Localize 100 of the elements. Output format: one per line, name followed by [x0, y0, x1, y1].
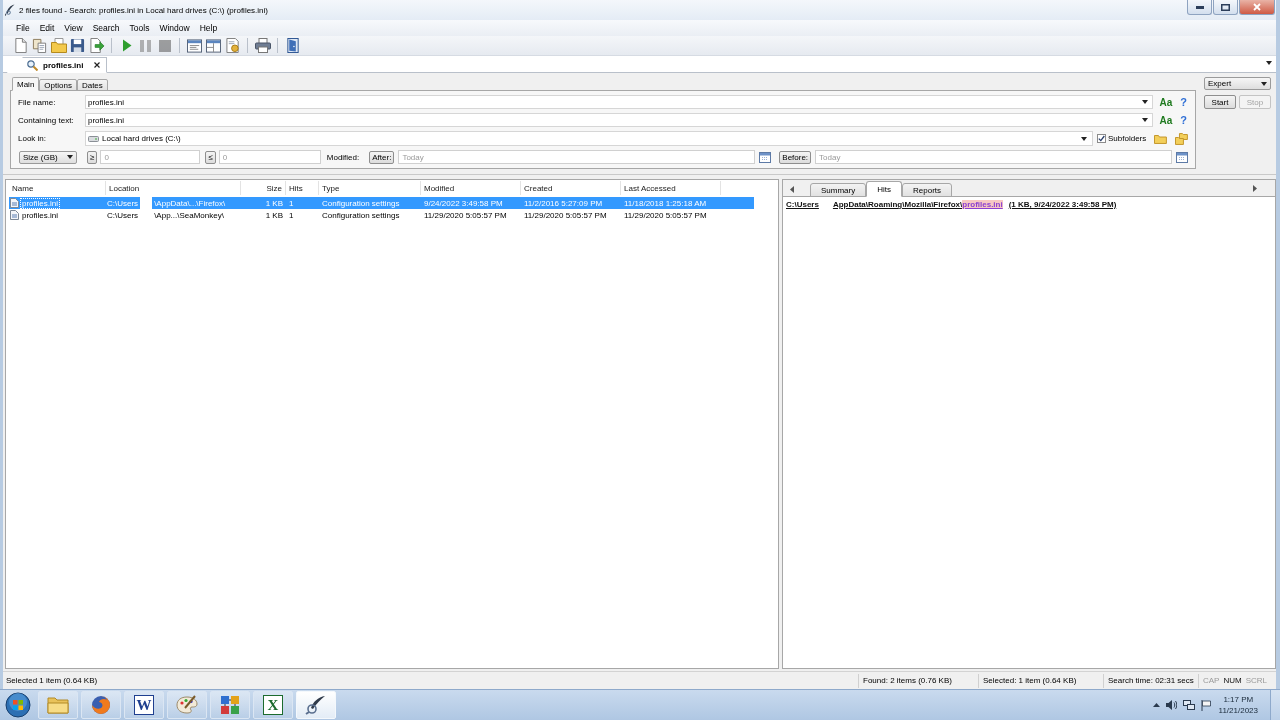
- look-in-field[interactable]: Local hard drives (C:\): [85, 131, 1093, 146]
- accessed-cell-text: 11/29/2020 5:05:57 PM: [623, 210, 708, 220]
- form-tab[interactable]: Options: [39, 79, 77, 91]
- hits-cell-text: 1: [288, 210, 295, 220]
- globe-icon: [91, 695, 111, 715]
- page-arrow-icon: [88, 38, 105, 53]
- close-icon[interactable]: [94, 62, 101, 68]
- caret-down-icon[interactable]: [1266, 61, 1272, 65]
- caret-down-icon: [1081, 136, 1087, 141]
- taskbar-app-button[interactable]: [167, 691, 207, 719]
- key-indicator: NUM: [1223, 676, 1242, 685]
- after-button[interactable]: After:: [369, 150, 395, 164]
- min-size-button[interactable]: ≥: [87, 150, 98, 164]
- clock-time[interactable]: 1:17 PM: [1223, 694, 1254, 705]
- max-size-field[interactable]: 0: [218, 150, 321, 164]
- form-tab[interactable]: Dates: [76, 79, 108, 91]
- subfolders-checkbox[interactable]: [1097, 134, 1106, 143]
- hit-details-link[interactable]: (1 KB, 9/24/2022 3:49:58 PM): [1002, 200, 1117, 209]
- menu-item[interactable]: Search: [87, 20, 125, 36]
- file-name-field[interactable]: profiles.ini: [85, 95, 1153, 109]
- result-row[interactable]: profiles.ini C:\Users \App...\SeaMonkey\ 1 KB 1 Configuration settings 11/29/2020 5:05:57 PM 11/29/2020 5:05:57 PM 11/29/2020 5:05:57 PM: [9, 209, 754, 221]
- triangle-right-icon: [1253, 184, 1257, 192]
- minimize-button[interactable]: [1187, 0, 1212, 15]
- menu-item[interactable]: View: [59, 20, 88, 36]
- help-button[interactable]: ?: [1180, 96, 1187, 108]
- minimize-icon: [1195, 5, 1204, 9]
- toolbar-button[interactable]: [50, 37, 67, 54]
- created-cell-text: 11/29/2020 5:05:57 PM: [523, 210, 608, 220]
- preview-tab[interactable]: Reports: [902, 183, 953, 197]
- letter-tile-icon: X: [263, 695, 283, 715]
- caret-down-icon: [1261, 81, 1267, 86]
- after-date-field[interactable]: Today: [398, 150, 756, 164]
- size-unit-dropdown[interactable]: Size (GB): [19, 150, 77, 164]
- clock-date[interactable]: 11/21/2023: [1218, 705, 1258, 716]
- menu-item[interactable]: Help: [194, 20, 223, 36]
- search-icon: [27, 59, 38, 71]
- toolbar-button[interactable]: [205, 37, 222, 54]
- action-button[interactable]: Start: [1204, 95, 1236, 109]
- calendar-icon[interactable]: [1176, 151, 1188, 163]
- menu-item[interactable]: Window: [154, 20, 195, 36]
- modified-cell-text: 11/29/2020 5:05:57 PM: [423, 210, 508, 220]
- document-tab[interactable]: profiles.ini: [7, 57, 108, 73]
- form-tab[interactable]: Main: [12, 77, 40, 91]
- close-button[interactable]: [1239, 0, 1275, 15]
- toolbar-button[interactable]: [31, 37, 48, 54]
- location-text: C:\Users: [106, 198, 140, 208]
- selected-status: Selected: 1 item (0.64 KB): [978, 673, 1103, 688]
- menu-item[interactable]: Edit: [34, 20, 60, 36]
- network-icon[interactable]: [1182, 699, 1195, 711]
- maximize-icon: [1221, 3, 1230, 11]
- caret-down-icon: [1142, 100, 1148, 104]
- start-button[interactable]: [3, 691, 33, 719]
- taskbar-app-button[interactable]: [81, 691, 121, 719]
- flag-icon[interactable]: [1200, 699, 1211, 711]
- before-date-field[interactable]: Today: [815, 150, 1172, 164]
- palette-icon: [176, 695, 198, 715]
- toolbar-button[interactable]: [69, 37, 86, 54]
- column-header[interactable]: Last Accessed: [621, 181, 721, 195]
- caret-down-icon: [67, 155, 73, 159]
- taskbar-app-button[interactable]: X: [253, 691, 293, 719]
- location-text: \AppData\...\Firefox\: [153, 198, 227, 208]
- subfolders-label[interactable]: Subfolders: [1108, 134, 1147, 143]
- taskbar-app-button[interactable]: W: [124, 691, 164, 719]
- column-header[interactable]: Name: [9, 181, 106, 195]
- toolbar-button[interactable]: [284, 37, 301, 54]
- match-case-button[interactable]: Aa: [1159, 114, 1173, 126]
- maximize-button[interactable]: [1213, 0, 1238, 15]
- preview-tab[interactable]: Hits: [866, 181, 902, 197]
- min-size-field[interactable]: 0: [100, 150, 201, 164]
- match-case-button[interactable]: Aa: [1159, 96, 1173, 108]
- open-folder-icon: [50, 38, 67, 53]
- column-header[interactable]: Hits: [286, 181, 319, 195]
- hit-path-link[interactable]: C:\Users: [786, 200, 819, 209]
- column-header[interactable]: Type: [319, 181, 421, 195]
- key-indicator: SCRL: [1245, 676, 1267, 685]
- mode-dropdown[interactable]: Expert: [1204, 77, 1271, 90]
- column-header[interactable]: Created: [521, 181, 621, 195]
- printer-icon: [254, 38, 271, 53]
- max-size-button[interactable]: ≤: [205, 150, 216, 164]
- menu-item[interactable]: Tools: [124, 20, 155, 36]
- toolbar-button[interactable]: [12, 37, 29, 54]
- check-icon: [1098, 135, 1105, 142]
- menu-item[interactable]: File: [11, 20, 35, 36]
- field-label: File name:: [18, 97, 57, 107]
- preview-tab[interactable]: Summary: [810, 183, 867, 197]
- toolbar-button[interactable]: [224, 37, 241, 54]
- column-header[interactable]: Modified: [421, 181, 521, 195]
- help-button[interactable]: ?: [1180, 114, 1187, 126]
- containing-text-field[interactable]: profiles.ini: [85, 113, 1153, 127]
- toolbar-button[interactable]: [254, 37, 271, 54]
- toolbar-button[interactable]: [88, 37, 105, 54]
- hit-path-link[interactable]: AppData\Roaming\Mozilla\Firefox\: [832, 200, 963, 209]
- tray-arrow-icon[interactable]: [1152, 703, 1160, 707]
- calendar-icon[interactable]: [759, 151, 772, 163]
- field-label: Look in:: [18, 134, 48, 143]
- toolbar-button[interactable]: [186, 37, 203, 54]
- stop-icon: [158, 39, 171, 52]
- before-button[interactable]: Before:: [779, 150, 812, 164]
- speaker-icon[interactable]: [1165, 700, 1177, 710]
- column-header[interactable]: Location: [106, 181, 241, 195]
